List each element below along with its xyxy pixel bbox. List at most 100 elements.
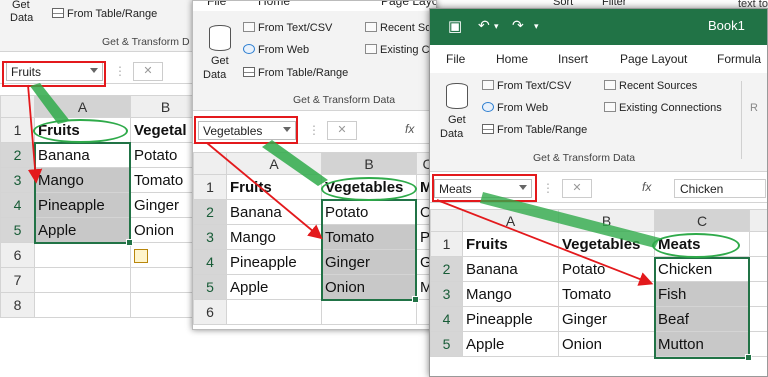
tab-page-layout[interactable]: Page Layout [620, 52, 687, 66]
database-icon[interactable] [446, 83, 468, 109]
cell[interactable] [749, 281, 767, 307]
cell[interactable]: Potato [558, 256, 655, 282]
chevron-down-icon[interactable] [519, 185, 527, 190]
row-header[interactable]: 3 [0, 167, 35, 193]
row-header[interactable]: 7 [0, 267, 35, 293]
name-box[interactable]: Vegetables [198, 121, 296, 140]
cell[interactable]: Ginger [130, 192, 200, 218]
recent-sources-button[interactable]: Recent So [365, 22, 431, 34]
cancel-button[interactable]: ✕ [562, 179, 592, 198]
tab-page-layout[interactable]: Page Layout [381, 1, 436, 8]
col-header[interactable]: C [654, 209, 750, 232]
get-label[interactable]: Get [448, 114, 466, 126]
text-to-columns-button[interactable]: text to [738, 0, 768, 10]
cell[interactable]: Apple [226, 274, 322, 300]
row-header[interactable]: 2 [0, 142, 35, 168]
cell[interactable] [34, 292, 131, 318]
database-icon[interactable] [209, 25, 231, 51]
existing-connections-button[interactable]: Existing Connections [604, 102, 722, 114]
cell[interactable]: Mango [226, 224, 322, 250]
row-header[interactable]: 4 [0, 192, 35, 218]
chevron-down-icon[interactable] [283, 127, 291, 132]
cell[interactable] [34, 242, 131, 268]
cell[interactable]: Ginger [321, 249, 417, 275]
cell[interactable]: Vegetables [558, 231, 655, 257]
tab-file[interactable]: File [207, 1, 226, 8]
paste-options-icon[interactable] [134, 248, 148, 263]
cell[interactable]: Fish [654, 281, 750, 307]
col-header[interactable]: A [226, 152, 322, 175]
get-data-label[interactable]: Get [12, 0, 30, 11]
cell[interactable]: Fruits [462, 231, 559, 257]
sort-button[interactable]: Sort [553, 0, 573, 8]
row-header[interactable]: 2 [430, 256, 463, 282]
cell[interactable]: Tomato [130, 167, 200, 193]
tab-insert[interactable]: Insert [558, 52, 588, 66]
save-icon[interactable]: ▣ [448, 17, 462, 35]
col-header[interactable]: B [130, 95, 200, 118]
cell[interactable] [130, 292, 200, 318]
cell[interactable]: Pineapple [462, 306, 559, 332]
cell[interactable]: Onion [558, 331, 655, 357]
data-label[interactable]: Data [203, 69, 226, 81]
formula-input[interactable]: Chicken [674, 179, 766, 198]
cell[interactable]: Apple [34, 217, 131, 243]
row-header[interactable]: 6 [193, 299, 227, 325]
get-label[interactable]: Get [211, 55, 229, 67]
cell[interactable]: Tomato [321, 224, 417, 250]
from-table-range-button[interactable]: From Table/Range [243, 67, 348, 79]
cell[interactable]: Mango [462, 281, 559, 307]
cell[interactable] [321, 299, 417, 325]
cell[interactable]: Mango [34, 167, 131, 193]
cell[interactable] [130, 242, 200, 268]
cell[interactable]: Banana [34, 142, 131, 168]
cell[interactable] [749, 306, 767, 332]
cell[interactable]: Potato [321, 199, 417, 225]
cancel-button[interactable]: ✕ [133, 62, 163, 81]
cell[interactable] [226, 299, 322, 325]
row-header[interactable]: 2 [193, 199, 227, 225]
cell[interactable]: Pineapple [226, 249, 322, 275]
from-text-csv-button[interactable]: From Text/CSV [482, 80, 571, 92]
col-header[interactable] [749, 209, 767, 232]
name-box[interactable]: Fruits [6, 62, 103, 81]
col-header[interactable]: A [462, 209, 559, 232]
row-header[interactable]: 8 [0, 292, 35, 318]
tab-home[interactable]: Home [496, 52, 528, 66]
recent-sources-button[interactable]: Recent Sources [604, 80, 697, 92]
chevron-down-icon[interactable]: ▾ [494, 21, 499, 32]
cell[interactable]: Banana [226, 199, 322, 225]
corner[interactable] [430, 209, 463, 232]
row-header[interactable]: 5 [0, 217, 35, 243]
redo-icon[interactable]: ↷ [512, 17, 524, 34]
row-header[interactable]: 5 [193, 274, 227, 300]
cell[interactable]: Onion [321, 274, 417, 300]
cell[interactable]: Meats [654, 231, 750, 257]
cell[interactable]: Fruits [226, 174, 322, 200]
row-header[interactable]: 1 [430, 231, 463, 257]
col-header[interactable]: A [34, 95, 131, 118]
from-web-button[interactable]: From Web [243, 44, 309, 56]
cell[interactable]: Tomato [558, 281, 655, 307]
row-header[interactable]: 5 [430, 331, 463, 357]
undo-icon[interactable]: ↶ [478, 17, 490, 34]
cell[interactable] [130, 267, 200, 293]
cell[interactable]: Apple [462, 331, 559, 357]
filter-button[interactable]: Filter [602, 0, 626, 8]
row-header[interactable]: 4 [430, 306, 463, 332]
row-header[interactable]: 3 [430, 281, 463, 307]
get-data-label-2[interactable]: Data [10, 12, 33, 24]
cell[interactable] [749, 256, 767, 282]
sheet-grid[interactable]: ABC 1 Fruits Vegetables Meats 2 Banana Potato… [430, 209, 767, 357]
row-header[interactable]: 6 [0, 242, 35, 268]
cell[interactable]: Mutton [654, 331, 750, 357]
chevron-down-icon[interactable] [90, 68, 98, 73]
tab-file[interactable]: File [446, 52, 465, 66]
fx-icon[interactable]: fx [405, 122, 414, 136]
cell[interactable]: Potato [130, 142, 200, 168]
customize-icon[interactable]: ▾ [534, 21, 539, 32]
cell[interactable]: Beaf [654, 306, 750, 332]
fx-icon[interactable]: fx [642, 180, 651, 194]
data-label[interactable]: Data [440, 128, 463, 140]
row-header[interactable]: 1 [0, 117, 35, 143]
